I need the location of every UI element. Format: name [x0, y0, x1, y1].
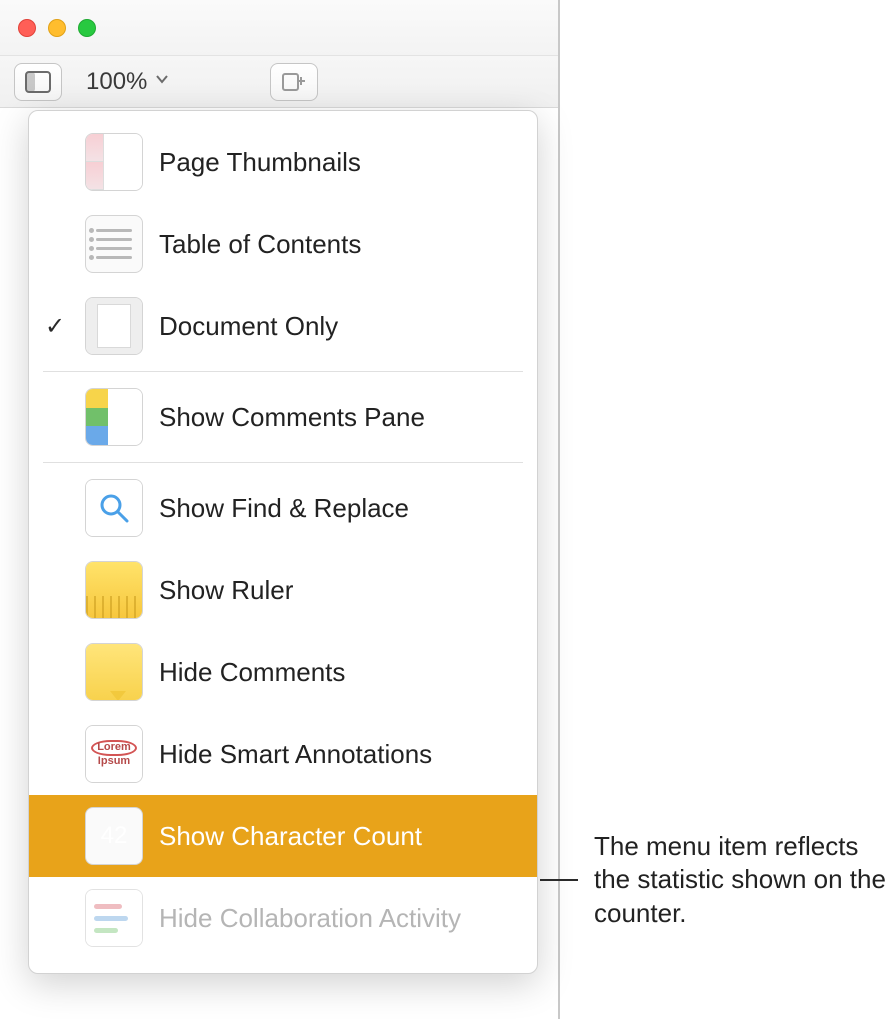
view-dropdown-menu: ✓ Page Thumbnails ✓ Table of Contents ✓ … [28, 110, 538, 974]
menu-item-label: Show Find & Replace [159, 493, 523, 524]
app-window: 100% ✓ Page Thumbnails ✓ [0, 0, 560, 1019]
menu-item-show-find-replace[interactable]: ✓ Show Find & Replace [29, 467, 537, 549]
zoom-window-button[interactable] [78, 19, 96, 37]
document-only-icon [85, 297, 143, 355]
add-page-icon [281, 72, 307, 92]
callout-leader-line [540, 879, 578, 881]
menu-item-label: Page Thumbnails [159, 147, 523, 178]
menu-item-label: Hide Smart Annotations [159, 739, 523, 770]
minimize-window-button[interactable] [48, 19, 66, 37]
menu-item-show-comments-pane[interactable]: ✓ Show Comments Pane [29, 376, 537, 458]
callout-text: The menu item reflects the statistic sho… [594, 830, 894, 930]
annotation-sample-text: Lorem [91, 740, 137, 756]
menu-item-show-character-count[interactable]: ✓ 42 Show Character Count [29, 795, 537, 877]
menu-item-label: Show Ruler [159, 575, 523, 606]
menu-item-label: Table of Contents [159, 229, 523, 260]
menu-item-label: Document Only [159, 311, 523, 342]
menu-item-page-thumbnails[interactable]: ✓ Page Thumbnails [29, 121, 537, 203]
zoom-select[interactable]: 100% [76, 63, 179, 101]
page-thumbnails-icon [85, 133, 143, 191]
collaboration-activity-icon [85, 889, 143, 947]
zoom-value: 100% [86, 68, 147, 96]
menu-item-label: Show Comments Pane [159, 402, 523, 433]
count-badge-value: 42 [101, 822, 128, 850]
checkmark-icon: ✓ [41, 312, 69, 341]
ruler-icon [85, 561, 143, 619]
character-count-icon: 42 [85, 807, 143, 865]
menu-separator [43, 371, 523, 372]
menu-item-hide-comments[interactable]: ✓ Hide Comments [29, 631, 537, 713]
titlebar [0, 0, 558, 56]
find-replace-icon [85, 479, 143, 537]
menu-item-table-of-contents[interactable]: ✓ Table of Contents [29, 203, 537, 285]
sidebar-icon [25, 71, 51, 93]
view-menu-button[interactable] [14, 63, 62, 101]
menu-item-show-ruler[interactable]: ✓ Show Ruler [29, 549, 537, 631]
menu-item-document-only[interactable]: ✓ Document Only [29, 285, 537, 367]
add-page-button[interactable] [270, 63, 318, 101]
chevron-down-icon [155, 72, 169, 91]
menu-item-label: Show Character Count [159, 821, 523, 852]
toolbar: 100% [0, 56, 558, 108]
menu-item-hide-smart-annotations[interactable]: ✓ Lorem Ipsum Hide Smart Annotations [29, 713, 537, 795]
sticky-note-icon [85, 643, 143, 701]
close-window-button[interactable] [18, 19, 36, 37]
menu-item-label: Hide Collaboration Activity [159, 903, 523, 934]
menu-item-label: Hide Comments [159, 657, 523, 688]
menu-separator [43, 462, 523, 463]
table-of-contents-icon [85, 215, 143, 273]
smart-annotations-icon: Lorem Ipsum [85, 725, 143, 783]
annotation-callout: The menu item reflects the statistic sho… [540, 830, 894, 930]
comments-pane-icon [85, 388, 143, 446]
menu-item-hide-collaboration-activity: ✓ Hide Collaboration Activity [29, 877, 537, 959]
annotation-sample-text: Ipsum [98, 756, 130, 768]
